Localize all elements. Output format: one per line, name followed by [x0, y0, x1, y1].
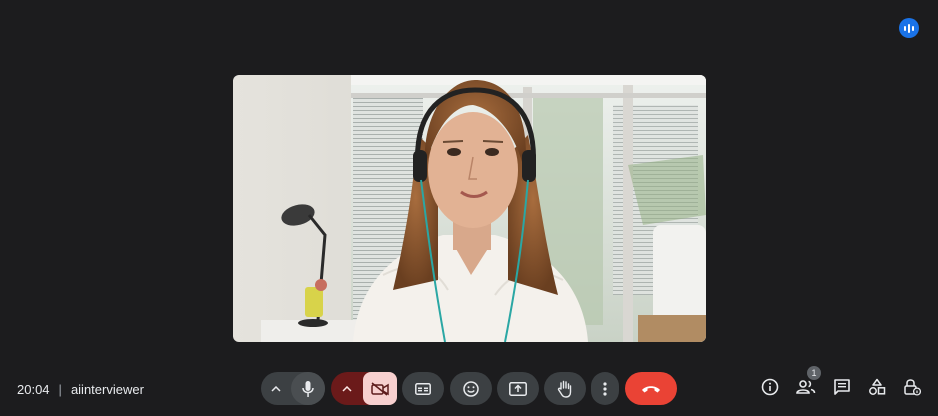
meeting-separator: | — [58, 382, 62, 397]
chevron-up-icon[interactable] — [261, 385, 291, 392]
leave-call-button[interactable] — [625, 372, 677, 405]
microphone-icon[interactable] — [291, 372, 325, 405]
meeting-details: 20:04 | aiinterviewer — [17, 382, 144, 397]
participant-count-badge: 1 — [807, 366, 821, 380]
present-button[interactable] — [497, 372, 539, 405]
host-controls-button[interactable] — [899, 376, 925, 402]
video-control-group — [331, 372, 397, 405]
present-screen-icon — [509, 381, 527, 396]
chat-button[interactable] — [829, 376, 855, 402]
emoji-icon — [463, 380, 479, 397]
more-options-button[interactable] — [591, 372, 619, 405]
chat-icon — [833, 378, 851, 401]
meeting-time: 20:04 — [17, 382, 50, 397]
closed-captions-icon — [415, 382, 431, 395]
meeting-name: aiinterviewer — [70, 382, 144, 397]
activities-icon — [868, 378, 886, 401]
activities-button[interactable] — [864, 376, 890, 402]
control-bar: 20:04 | aiinterviewer — [0, 362, 938, 416]
meeting-details-button[interactable] — [757, 376, 783, 402]
raise-hand-icon — [557, 380, 573, 398]
participant-video — [233, 75, 706, 342]
host-controls-icon — [903, 378, 922, 401]
people-icon — [796, 379, 816, 400]
chevron-up-icon[interactable] — [331, 385, 363, 392]
reactions-button[interactable] — [450, 372, 492, 405]
audio-control-group — [261, 372, 325, 405]
info-icon — [761, 378, 779, 401]
raise-hand-button[interactable] — [544, 372, 586, 405]
hang-up-icon — [641, 384, 661, 394]
camera-off-icon[interactable] — [363, 372, 397, 405]
captions-button[interactable] — [402, 372, 444, 405]
speaking-indicator-icon — [899, 18, 919, 38]
more-vert-icon — [603, 381, 607, 396]
